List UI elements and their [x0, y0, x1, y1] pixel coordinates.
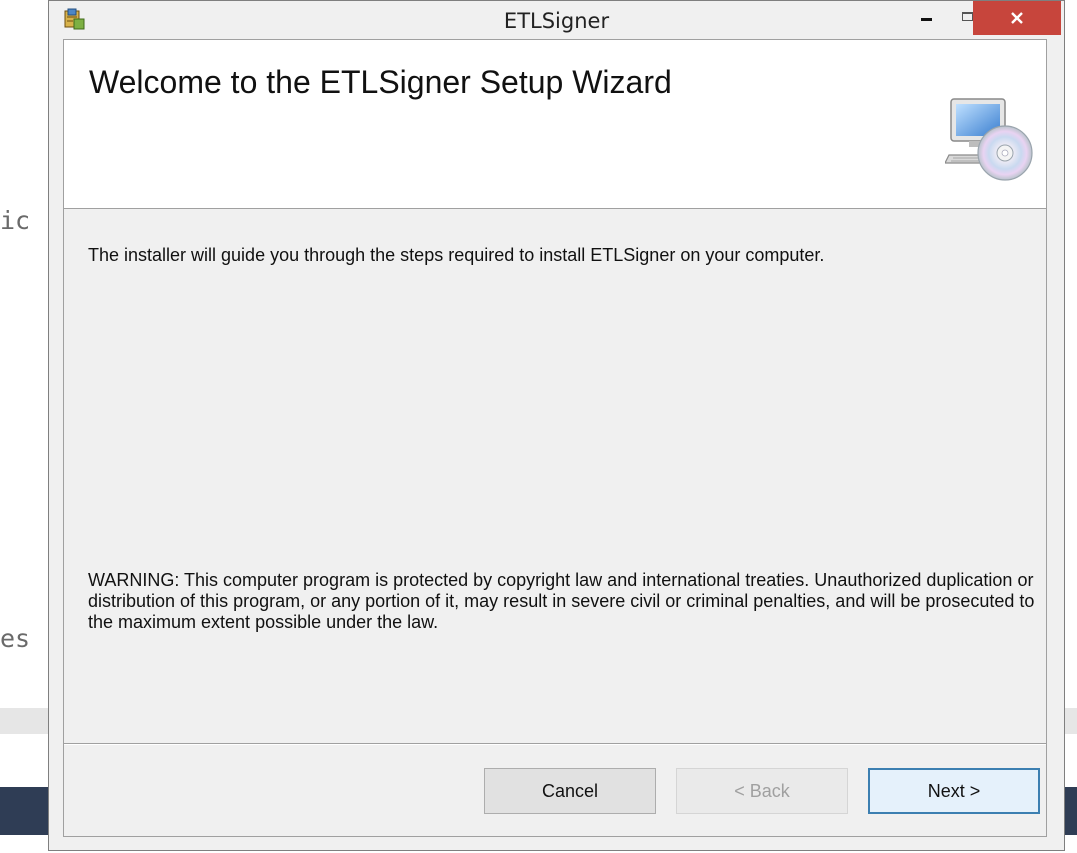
computer-disc-icon [945, 98, 1033, 181]
copyright-warning: WARNING: This computer program is protec… [88, 570, 1035, 632]
wizard-header: Welcome to the ETLSigner Setup Wizard [64, 40, 1046, 209]
page-title: Welcome to the ETLSigner Setup Wizard [89, 64, 672, 100]
intro-text: The installer will guide you through the… [88, 245, 825, 265]
background-text-fragment: ic [0, 206, 31, 235]
close-icon [1011, 12, 1023, 24]
background-taskbar [1064, 787, 1077, 835]
next-button[interactable]: Next > [868, 768, 1040, 814]
wizard-page: Welcome to the ETLSigner Setup Wizard Th… [63, 39, 1047, 837]
background-text-fragment: es [0, 624, 31, 653]
cancel-button[interactable]: Cancel [484, 768, 656, 814]
minimize-icon [920, 17, 932, 21]
title-bar[interactable]: ETLSigner [49, 1, 1064, 39]
close-button[interactable] [973, 1, 1061, 35]
minimize-button[interactable] [906, 1, 946, 31]
footer-divider [64, 743, 1046, 745]
background-strip [1064, 708, 1077, 734]
installer-window: ETLSigner Welcome to the ETLSigner Setup… [48, 0, 1065, 851]
maximize-icon [961, 11, 973, 21]
back-button[interactable]: < Back [676, 768, 848, 814]
